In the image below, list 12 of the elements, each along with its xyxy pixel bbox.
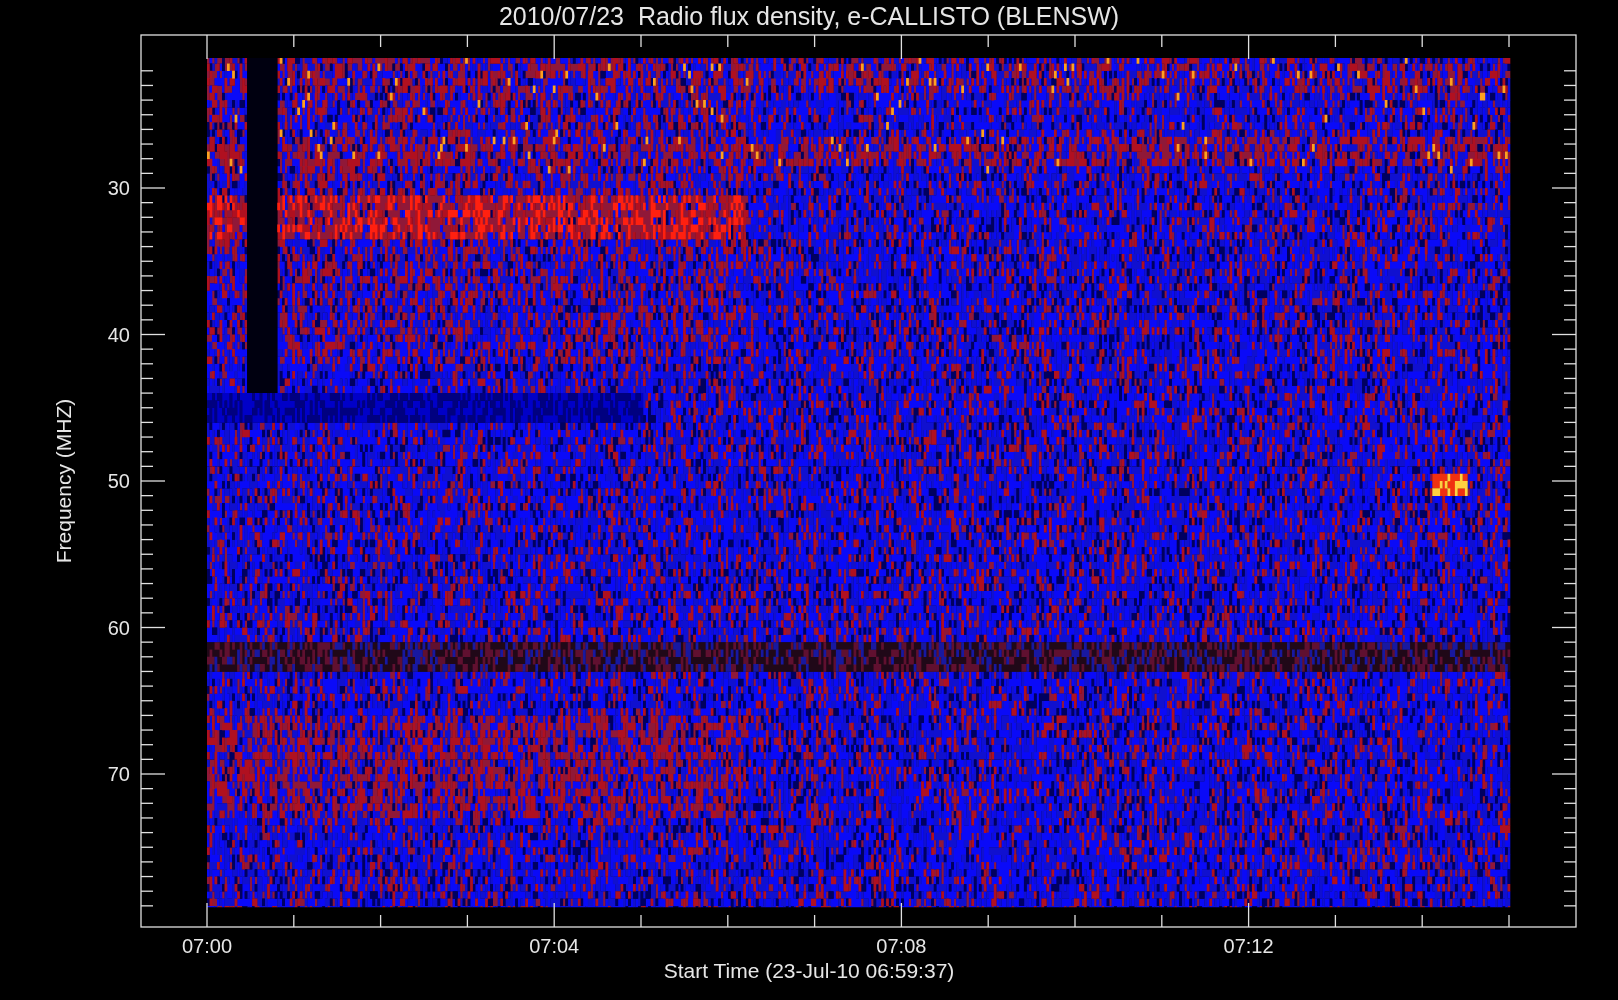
y-tick-label: 60 <box>107 616 130 639</box>
y-tick-label: 30 <box>107 177 130 199</box>
x-tick-label: 07:08 <box>876 935 927 957</box>
y-axis-label: Frequency (MHZ) <box>52 398 76 564</box>
y-tick-label: 50 <box>107 470 130 492</box>
x-tick-label: 07:00 <box>181 935 233 957</box>
y-tick-label: 70 <box>107 763 130 785</box>
y-tick-label: 40 <box>107 323 130 346</box>
x-tick-label: 07:04 <box>529 935 580 957</box>
x-tick-label: 07:12 <box>1223 935 1274 957</box>
chart-title: 2010/07/23 Radio flux density, e-CALLISTO (BLENSW) <box>498 1 1120 31</box>
x-axis-label: Start Time (23-Jul-10 06:59:37) <box>663 959 955 983</box>
